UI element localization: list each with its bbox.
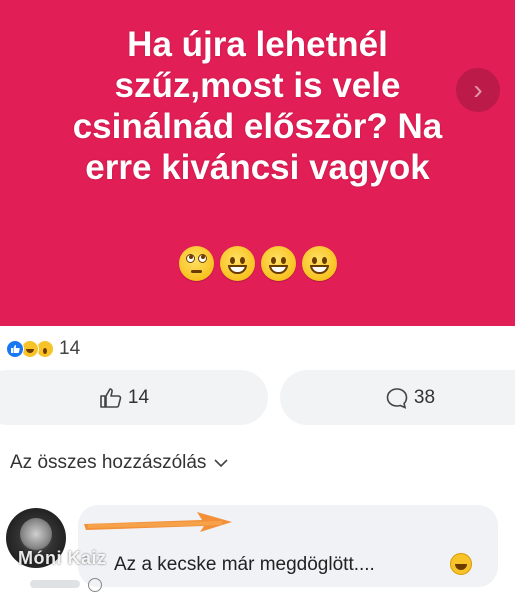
comment-count: 38 — [413, 386, 436, 408]
like-count: 14 — [127, 386, 150, 408]
like-button[interactable]: 14 — [0, 370, 268, 425]
chevron-down-icon — [214, 459, 228, 468]
reaction-summary[interactable]: 14 — [6, 338, 80, 360]
post-text-line: szűz,most is vele — [114, 66, 401, 105]
laughing-emoji-icon — [450, 553, 472, 575]
comment-timestamp-blurred — [30, 580, 80, 588]
comment-button[interactable]: 38 — [280, 370, 515, 425]
globe-icon — [88, 578, 102, 592]
comment-sort-label: Az összes hozzászólás — [10, 452, 207, 473]
post-image[interactable]: Ha újra lehetnél szűz,most is vele csiná… — [0, 0, 515, 326]
post-emoji-row — [0, 246, 515, 281]
watermark: Móni Kaiz — [18, 548, 107, 568]
rolling-eyes-emoji-icon — [178, 246, 214, 281]
next-chevron-icon[interactable]: › — [456, 68, 500, 112]
reaction-count: 14 — [59, 338, 81, 359]
post-text: Ha újra lehetnél szűz,most is vele csiná… — [0, 24, 515, 188]
thumbs-up-icon — [100, 387, 122, 408]
post-text-line: csinálnád először? Na — [72, 107, 443, 146]
comment-text: Az a kecske már megdöglött.... — [114, 554, 375, 575]
post-text-line: erre kiváncsi vagyok — [85, 148, 430, 187]
post-text-line: Ha újra lehetnél — [127, 25, 388, 64]
grinning-emoji-icon — [219, 246, 255, 281]
redaction-arrow-scribble — [84, 512, 232, 532]
comment-bubble-icon — [386, 387, 408, 409]
comment-sort-dropdown[interactable]: Az összes hozzászólás — [10, 452, 228, 474]
like-icon — [6, 340, 24, 358]
grinning-emoji-icon — [301, 246, 337, 281]
grinning-emoji-icon — [260, 246, 296, 281]
